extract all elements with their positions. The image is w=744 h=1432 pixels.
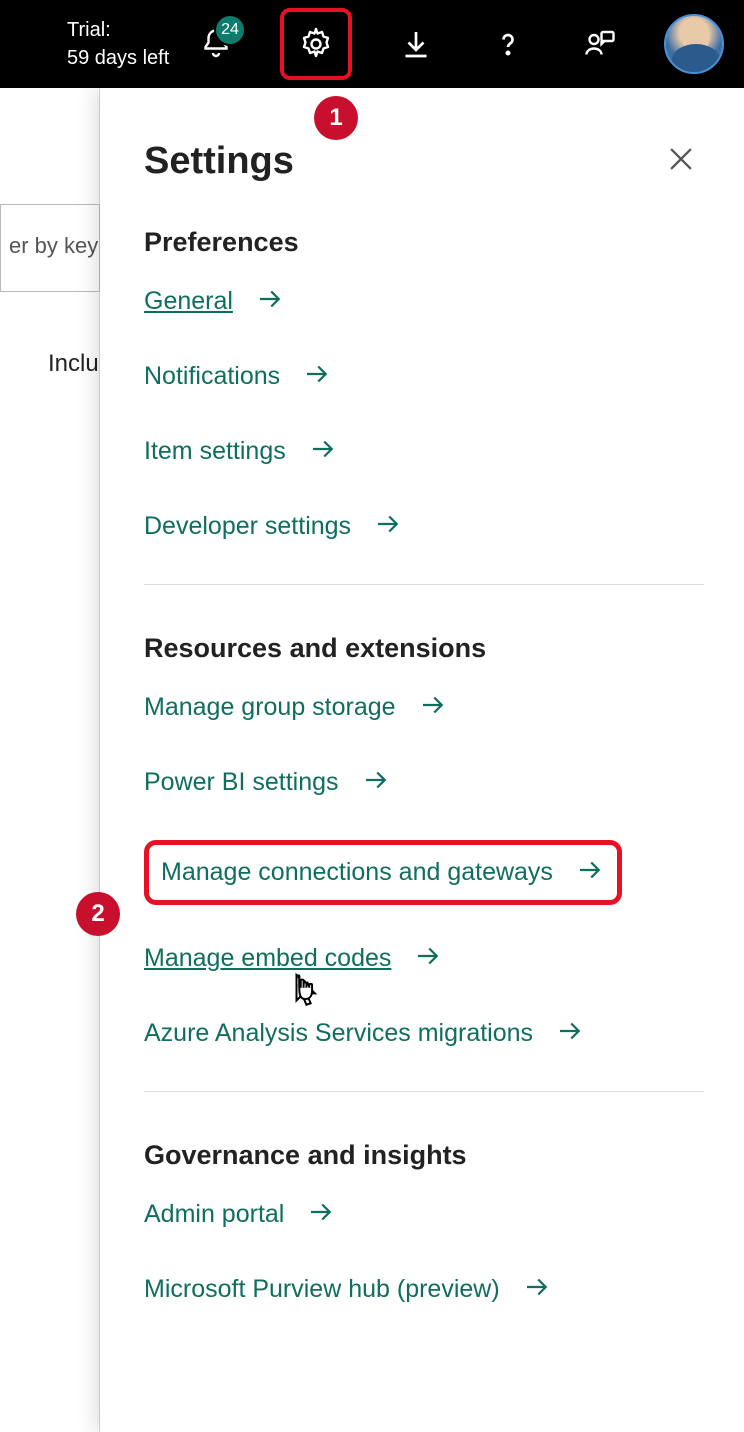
panel-title: Settings — [144, 140, 294, 183]
arrow-right-icon — [308, 434, 338, 469]
close-button[interactable] — [664, 142, 704, 182]
annotation-1: 1 — [314, 96, 358, 140]
link-manage-connections-gateways[interactable]: Manage connections and gateways — [144, 840, 622, 905]
link-label: Manage embed codes — [144, 944, 391, 973]
link-general[interactable]: General — [144, 284, 704, 319]
link-admin-portal[interactable]: Admin portal — [144, 1197, 704, 1232]
avatar[interactable] — [664, 14, 724, 74]
download-button[interactable] — [388, 16, 444, 72]
cursor-pointer-icon — [288, 972, 322, 1017]
help-button[interactable] — [480, 16, 536, 72]
link-manage-group-storage[interactable]: Manage group storage — [144, 690, 704, 725]
divider — [144, 584, 704, 585]
link-label: Manage group storage — [144, 693, 396, 722]
section-title-preferences: Preferences — [144, 227, 704, 258]
panel-header: Settings — [144, 140, 704, 183]
settings-panel: Settings Preferences General Notificatio… — [100, 88, 744, 1432]
include-label-partial: Inclu — [48, 350, 99, 378]
arrow-right-icon — [413, 941, 443, 976]
settings-button[interactable] — [288, 16, 344, 72]
settings-button-callout — [280, 8, 352, 80]
arrow-right-icon — [555, 1016, 585, 1051]
arrow-right-icon — [361, 765, 391, 800]
link-label: Developer settings — [144, 512, 351, 541]
arrow-right-icon — [522, 1272, 552, 1307]
gear-icon — [298, 26, 334, 62]
arrow-right-icon — [302, 359, 332, 394]
link-manage-embed-codes[interactable]: Manage embed codes — [144, 941, 704, 976]
link-label: Notifications — [144, 362, 280, 391]
divider — [144, 1091, 704, 1092]
feedback-button[interactable] — [572, 16, 628, 72]
link-label: Manage connections and gateways — [161, 858, 553, 887]
download-icon — [398, 26, 434, 62]
trial-status: Trial: 59 days left — [67, 16, 169, 72]
arrow-right-icon — [373, 509, 403, 544]
trial-line1: Trial: — [67, 16, 169, 44]
link-label: Admin portal — [144, 1200, 284, 1229]
link-label: Item settings — [144, 437, 286, 466]
arrow-right-icon — [575, 855, 605, 890]
notification-badge: 24 — [214, 14, 246, 46]
help-icon — [490, 26, 526, 62]
link-purview-hub[interactable]: Microsoft Purview hub (preview) — [144, 1272, 704, 1307]
arrow-right-icon — [306, 1197, 336, 1232]
link-label: Power BI settings — [144, 768, 339, 797]
top-header: Trial: 59 days left 24 — [0, 0, 744, 88]
arrow-right-icon — [418, 690, 448, 725]
annotation-2: 2 — [76, 892, 120, 936]
link-label: Azure Analysis Services migrations — [144, 1019, 533, 1048]
trial-line2: 59 days left — [67, 44, 169, 72]
header-icon-group: 24 — [188, 8, 724, 80]
filter-input-partial[interactable]: er by key — [0, 204, 100, 292]
link-label: Microsoft Purview hub (preview) — [144, 1275, 500, 1304]
link-item-settings[interactable]: Item settings — [144, 434, 704, 469]
notifications-button[interactable]: 24 — [188, 16, 244, 72]
link-power-bi-settings[interactable]: Power BI settings — [144, 765, 704, 800]
section-title-governance: Governance and insights — [144, 1140, 704, 1171]
close-icon — [664, 142, 698, 176]
link-notifications[interactable]: Notifications — [144, 359, 704, 394]
link-label: General — [144, 287, 233, 316]
link-developer-settings[interactable]: Developer settings — [144, 509, 704, 544]
section-title-resources: Resources and extensions — [144, 633, 704, 664]
link-azure-analysis-migrations[interactable]: Azure Analysis Services migrations — [144, 1016, 704, 1051]
feedback-icon — [582, 26, 618, 62]
arrow-right-icon — [255, 284, 285, 319]
